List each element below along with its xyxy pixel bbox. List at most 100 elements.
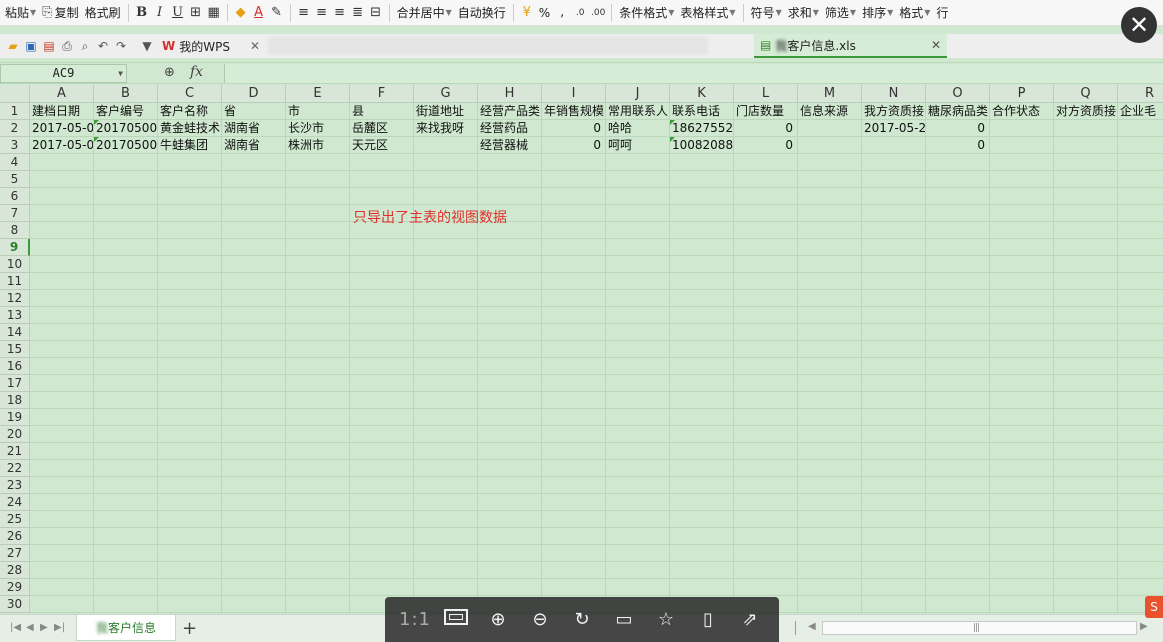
cell-p8[interactable]: [990, 222, 1054, 239]
close-viewer-icon[interactable]: ✕: [1121, 7, 1157, 43]
italic-button[interactable]: I: [151, 5, 169, 20]
cell-k26[interactable]: [670, 528, 734, 545]
cell-i18[interactable]: [542, 392, 606, 409]
cell-p27[interactable]: [990, 545, 1054, 562]
cell-c7[interactable]: [158, 205, 222, 222]
cell-l6[interactable]: [734, 188, 798, 205]
cell-h17[interactable]: [478, 375, 542, 392]
cell-c28[interactable]: [158, 562, 222, 579]
cell-m7[interactable]: [798, 205, 862, 222]
cell-n4[interactable]: [862, 154, 926, 171]
cell-e4[interactable]: [286, 154, 350, 171]
row-header-16[interactable]: 16: [0, 358, 30, 375]
cell-q21[interactable]: [1054, 443, 1118, 460]
cell-q28[interactable]: [1054, 562, 1118, 579]
row-header-26[interactable]: 26: [0, 528, 30, 545]
cell-p3[interactable]: [990, 137, 1054, 154]
cell-d18[interactable]: [222, 392, 286, 409]
column-header-b[interactable]: B: [94, 85, 158, 103]
cell-o21[interactable]: [926, 443, 990, 460]
cell-h15[interactable]: [478, 341, 542, 358]
cell-c23[interactable]: [158, 477, 222, 494]
cell-j1[interactable]: 常用联系人: [606, 103, 670, 120]
cell-n12[interactable]: [862, 290, 926, 307]
cell-o4[interactable]: [926, 154, 990, 171]
sort-dropdown-icon[interactable]: ▼: [887, 8, 893, 17]
column-header-h[interactable]: H: [478, 85, 542, 103]
scrollbar-grip-icon[interactable]: |||: [973, 623, 980, 633]
cell-c29[interactable]: [158, 579, 222, 596]
cell-e24[interactable]: [286, 494, 350, 511]
cell-e21[interactable]: [286, 443, 350, 460]
cell-a21[interactable]: [30, 443, 94, 460]
cell-b28[interactable]: [94, 562, 158, 579]
cell-j2[interactable]: 哈哈: [606, 120, 670, 137]
cell-g21[interactable]: [414, 443, 478, 460]
cell-j6[interactable]: [606, 188, 670, 205]
cell-o13[interactable]: [926, 307, 990, 324]
cell-q24[interactable]: [1054, 494, 1118, 511]
cell-j8[interactable]: [606, 222, 670, 239]
redo-icon[interactable]: ↷: [112, 39, 130, 53]
cell-n24[interactable]: [862, 494, 926, 511]
cell-q12[interactable]: [1054, 290, 1118, 307]
cell-c30[interactable]: [158, 596, 222, 613]
cell-n23[interactable]: [862, 477, 926, 494]
cell-a13[interactable]: [30, 307, 94, 324]
cell-p21[interactable]: [990, 443, 1054, 460]
cell-f1[interactable]: 县: [350, 103, 414, 120]
row-header-8[interactable]: 8: [0, 222, 30, 239]
print-icon[interactable]: ⎙: [58, 39, 76, 54]
cell-d3[interactable]: 湖南省: [222, 137, 286, 154]
cell-g15[interactable]: [414, 341, 478, 358]
cell-m1[interactable]: 信息来源: [798, 103, 862, 120]
cell-f14[interactable]: [350, 324, 414, 341]
cell-e19[interactable]: [286, 409, 350, 426]
sum-button[interactable]: 求和 ▼: [785, 2, 822, 24]
print-preview-icon[interactable]: ⌕: [76, 39, 94, 54]
cell-l19[interactable]: [734, 409, 798, 426]
cell-k6[interactable]: [670, 188, 734, 205]
cell-i28[interactable]: [542, 562, 606, 579]
cell-d24[interactable]: [222, 494, 286, 511]
cell-a1[interactable]: 建档日期: [30, 103, 94, 120]
cell-e20[interactable]: [286, 426, 350, 443]
cell-j9[interactable]: [606, 239, 670, 256]
cell-h24[interactable]: [478, 494, 542, 511]
cell-f27[interactable]: [350, 545, 414, 562]
cell-m14[interactable]: [798, 324, 862, 341]
cell-r11[interactable]: [1118, 273, 1163, 290]
cell-d21[interactable]: [222, 443, 286, 460]
cell-h21[interactable]: [478, 443, 542, 460]
row-header-22[interactable]: 22: [0, 460, 30, 477]
row-header-4[interactable]: 4: [0, 154, 30, 171]
cell-b20[interactable]: [94, 426, 158, 443]
cell-r8[interactable]: [1118, 222, 1163, 239]
cell-f24[interactable]: [350, 494, 414, 511]
cell-g1[interactable]: 街道地址: [414, 103, 478, 120]
cell-d5[interactable]: [222, 171, 286, 188]
cell-j27[interactable]: [606, 545, 670, 562]
cell-r18[interactable]: [1118, 392, 1163, 409]
row-header-20[interactable]: 20: [0, 426, 30, 443]
cell-i22[interactable]: [542, 460, 606, 477]
scroll-divider[interactable]: [795, 621, 796, 635]
cell-j13[interactable]: [606, 307, 670, 324]
cell-m10[interactable]: [798, 256, 862, 273]
cell-q17[interactable]: [1054, 375, 1118, 392]
cell-j25[interactable]: [606, 511, 670, 528]
cell-d23[interactable]: [222, 477, 286, 494]
cell-d16[interactable]: [222, 358, 286, 375]
cell-a29[interactable]: [30, 579, 94, 596]
cell-r23[interactable]: [1118, 477, 1163, 494]
row-header-7[interactable]: 7: [0, 205, 30, 222]
cell-h18[interactable]: [478, 392, 542, 409]
cell-a24[interactable]: [30, 494, 94, 511]
cell-k2[interactable]: 186275521: [670, 120, 734, 137]
cell-o8[interactable]: [926, 222, 990, 239]
cell-l8[interactable]: [734, 222, 798, 239]
tab-my-wps[interactable]: W 我的WPS ✕: [162, 35, 260, 57]
cell-d10[interactable]: [222, 256, 286, 273]
cell-a11[interactable]: [30, 273, 94, 290]
export-pdf-icon[interactable]: ▤: [40, 39, 58, 53]
